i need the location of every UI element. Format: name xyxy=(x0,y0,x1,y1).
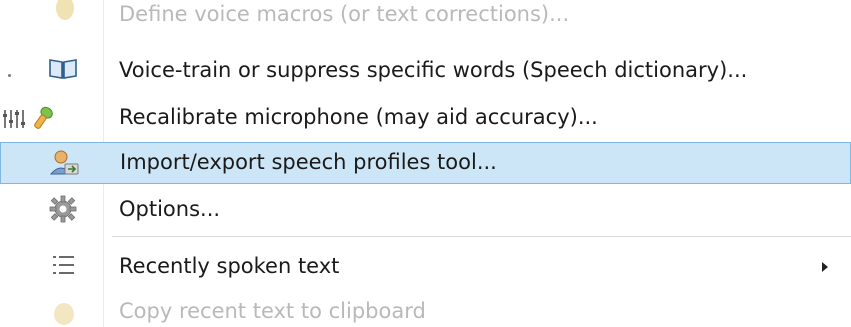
macro-icon xyxy=(52,0,88,24)
menu-item-label: Recently spoken text xyxy=(119,254,340,278)
clipboard-icon xyxy=(50,300,86,327)
menu-item-label: Import/export speech profiles tool... xyxy=(120,150,497,174)
menu-item-copy-recent-text: Copy recent text to clipboard xyxy=(0,294,851,327)
menu-item-label: Options... xyxy=(119,197,221,221)
book-icon xyxy=(48,56,84,86)
menu-item-import-export-profiles[interactable]: Import/export speech profiles tool... xyxy=(0,142,851,184)
menu-separator xyxy=(112,236,851,237)
menu-item-label: Recalibrate microphone (may aid accuracy… xyxy=(119,105,598,129)
menu-item-speech-dictionary[interactable]: Voice-train or suppress specific words (… xyxy=(0,50,851,90)
menu-item-label: Copy recent text to clipboard xyxy=(119,299,426,323)
microphone-calibrate-icon xyxy=(0,102,82,132)
context-menu: Define voice macros (or text corrections… xyxy=(0,0,851,327)
user-profile-icon xyxy=(49,148,85,178)
bullet-dot xyxy=(8,74,11,77)
list-icon xyxy=(52,252,88,282)
gear-icon xyxy=(48,194,84,224)
menu-item-label: Voice-train or suppress specific words (… xyxy=(119,58,748,82)
menu-item-options[interactable]: Options... xyxy=(0,190,851,230)
menu-item-recalibrate-microphone[interactable]: Recalibrate microphone (may aid accuracy… xyxy=(0,98,851,138)
submenu-arrow-icon xyxy=(822,262,828,272)
menu-item-label: Define voice macros (or text corrections… xyxy=(119,2,570,26)
menu-item-recently-spoken-text[interactable]: Recently spoken text xyxy=(0,246,851,288)
menu-item-define-voice-macros: Define voice macros (or text corrections… xyxy=(0,0,851,34)
